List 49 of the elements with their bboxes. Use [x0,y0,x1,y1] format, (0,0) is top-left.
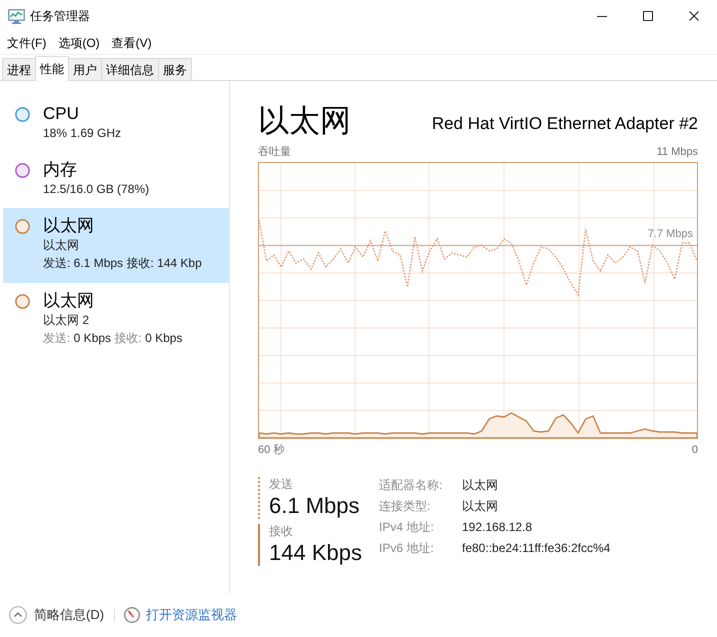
item-title: 内存 [43,160,78,180]
detail-value: 192.168.12.8 [462,519,534,535]
rate-value: 6.1 Mbps [269,492,360,519]
tab[interactable]: 用户 [68,58,102,80]
item-detail: 以太网 2 [43,312,90,329]
rate-label: 发送 [269,477,294,492]
item-detail: 以太网 [43,237,80,254]
item-title: CPU [43,104,80,124]
chevron-up-circle-icon [9,606,27,624]
item-title: 以太网 [43,216,95,236]
rate-label: 接收 [269,524,294,539]
tab[interactable]: 服务 [158,58,192,80]
detail-value: fe80::be24:11ff:fe36:2fcc%4 [462,540,610,556]
close-icon [689,11,699,21]
item-detail: 18% 1.69 GHz [43,125,122,142]
axis-start-label: 60 秒 [258,443,284,458]
detail-label: 适配器名称: [379,477,444,493]
tab[interactable]: 性能 [35,56,69,81]
detail-label: 连接类型: [379,498,432,514]
marker-label: 7.7 Mbps [648,227,693,241]
window-title: 任务管理器 [30,8,90,24]
sidebar-item[interactable]: 内存 12.5/16.0 GB (78%) [3,152,229,208]
panel-title: 以太网 [258,102,351,140]
sidebar-item[interactable]: CPU 18% 1.69 GHz [3,96,229,152]
rate-value: 144 Kbps [269,539,363,566]
detail-label: IPv4 地址: [379,519,435,535]
maximize-icon [643,11,653,21]
gauge-icon [124,607,140,623]
detail-value: 以太网 [462,477,499,493]
axis-end-label: 0 [692,443,698,458]
graph-max-label: 11 Mbps [656,145,698,160]
monitor-chart-icon [8,8,25,24]
sidebar-item[interactable]: 以太网 以太网 2 发送: 0 Kbps 接收: 0 Kbps [3,283,229,358]
detail-value: 以太网 [462,498,499,514]
network-stats-text: 发送: 6.1 Mbps 接收: 144 Kbp [43,255,202,272]
graph-label: 吞吐量 [258,145,291,160]
menu-item[interactable]: 文件(F) [1,34,52,52]
fewer-details-button[interactable]: 简略信息(D) [9,606,104,624]
network-stats-text: 发送: 0 Kbps 接收: 0 Kbps [43,330,182,347]
resource-monitor-link[interactable]: 打开资源监视器 [124,606,238,624]
adapter-name: Red Hat VirtIO Ethernet Adapter #2 [432,113,698,135]
menu-item[interactable]: 选项(O) [52,34,106,52]
menu-item[interactable]: 查看(V) [106,34,158,52]
tab[interactable]: 进程 [2,58,36,80]
item-title: 以太网 [43,291,95,311]
tab[interactable]: 详细信息 [101,58,159,80]
detail-label: IPv6 地址: [379,540,435,556]
item-detail: 12.5/16.0 GB (78%) [43,181,150,198]
sidebar-item[interactable]: 以太网 以太网 发送: 6.1 Mbps 接收: 144 Kbp [3,208,229,283]
